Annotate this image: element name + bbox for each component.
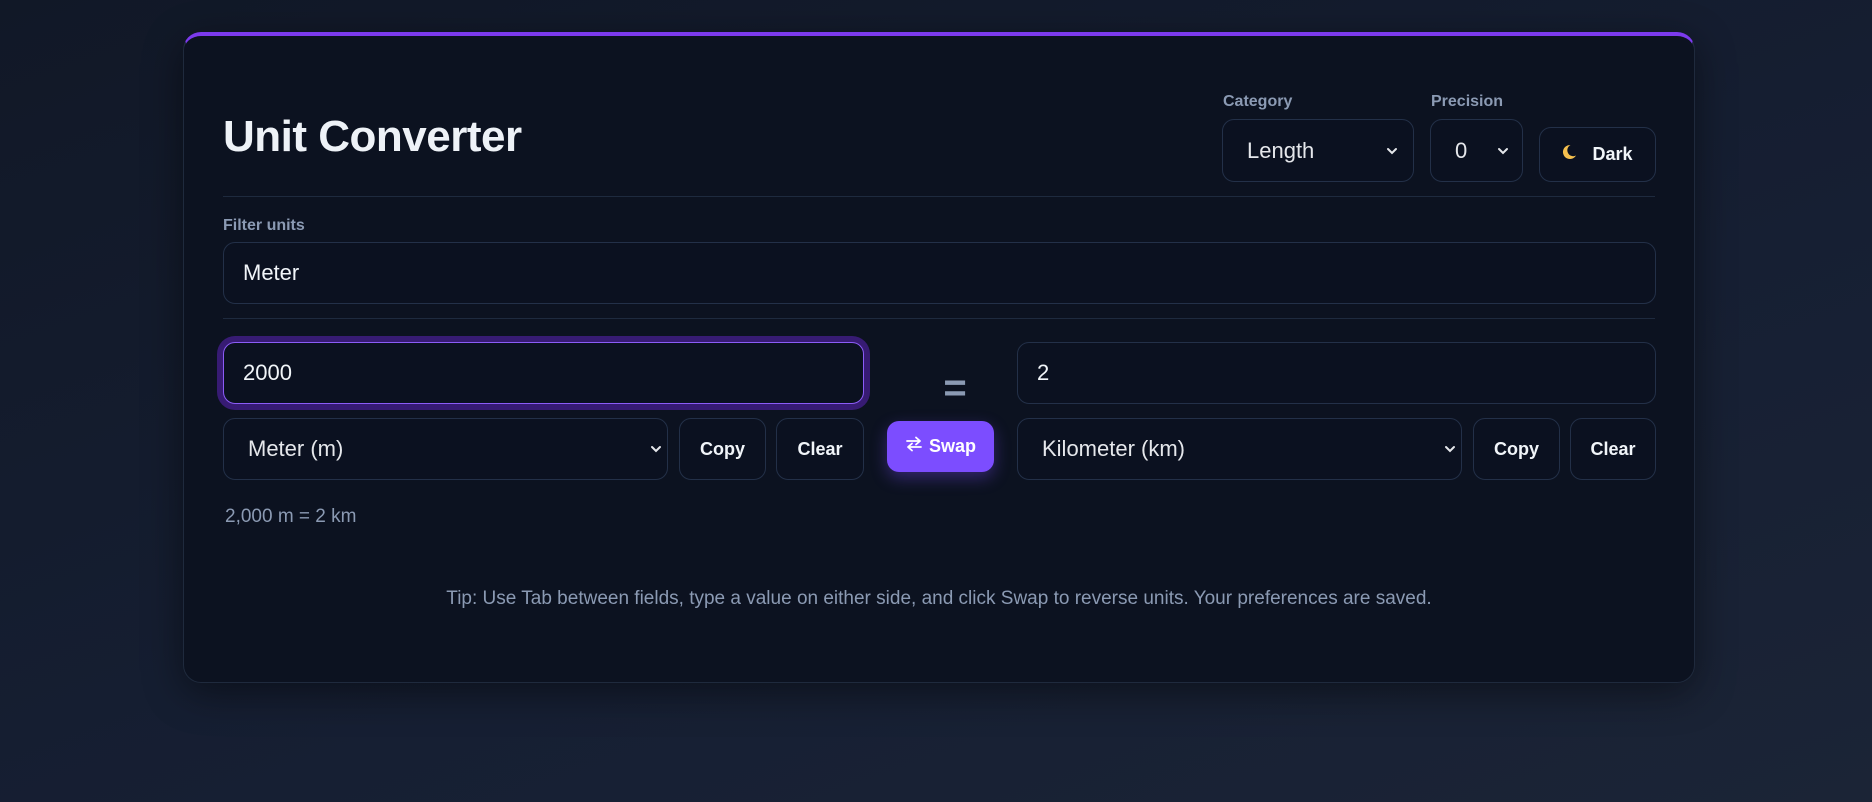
to-copy-button[interactable]: Copy bbox=[1473, 418, 1560, 480]
from-value-text: 2000 bbox=[243, 360, 292, 385]
precision-select[interactable]: 0 bbox=[1430, 119, 1523, 182]
category-select[interactable]: Length bbox=[1222, 119, 1414, 182]
to-value-input[interactable]: 2 bbox=[1017, 342, 1656, 404]
filter-divider bbox=[223, 318, 1655, 319]
filter-label: Filter units bbox=[223, 217, 305, 234]
moon-icon bbox=[1562, 142, 1582, 167]
swap-button[interactable]: Swap bbox=[887, 421, 994, 472]
from-clear-button[interactable]: Clear bbox=[776, 418, 864, 480]
swap-label: Swap bbox=[928, 436, 976, 456]
converter-card: Unit Converter Category Length Precision… bbox=[183, 32, 1695, 683]
conversion-summary: 2,000 m = 2 km bbox=[225, 506, 357, 527]
filter-input[interactable]: Meter bbox=[223, 242, 1656, 304]
to-unit-select[interactable]: Kilometer (km) bbox=[1017, 418, 1462, 480]
theme-toggle-label: Dark bbox=[1592, 144, 1633, 164]
to-clear-button[interactable]: Clear bbox=[1570, 418, 1656, 480]
from-unit-select[interactable]: Meter (m) bbox=[223, 418, 668, 480]
header-divider bbox=[223, 196, 1655, 197]
equals-sign: = bbox=[943, 366, 967, 410]
from-copy-button[interactable]: Copy bbox=[679, 418, 766, 480]
chevron-down-icon bbox=[1496, 144, 1510, 158]
precision-select-value: 0 bbox=[1455, 137, 1468, 163]
from-value-input[interactable]: 2000 bbox=[223, 342, 864, 404]
to-value-text: 2 bbox=[1037, 360, 1050, 385]
filter-input-value: Meter bbox=[243, 260, 300, 285]
category-label: Category bbox=[1223, 93, 1293, 110]
precision-label: Precision bbox=[1431, 93, 1504, 110]
category-select-value: Length bbox=[1247, 137, 1315, 163]
theme-toggle-button[interactable]: Dark bbox=[1539, 127, 1656, 182]
page-title: Unit Converter bbox=[223, 112, 522, 161]
chevron-down-icon bbox=[1443, 442, 1457, 456]
to-unit-value: Kilometer (km) bbox=[1042, 436, 1186, 461]
swap-arrows-icon bbox=[905, 436, 923, 457]
tip-text: Tip: Use Tab between fields, type a valu… bbox=[446, 588, 1432, 609]
from-unit-value: Meter (m) bbox=[248, 436, 344, 461]
chevron-down-icon bbox=[649, 442, 663, 456]
chevron-down-icon bbox=[1385, 144, 1399, 158]
